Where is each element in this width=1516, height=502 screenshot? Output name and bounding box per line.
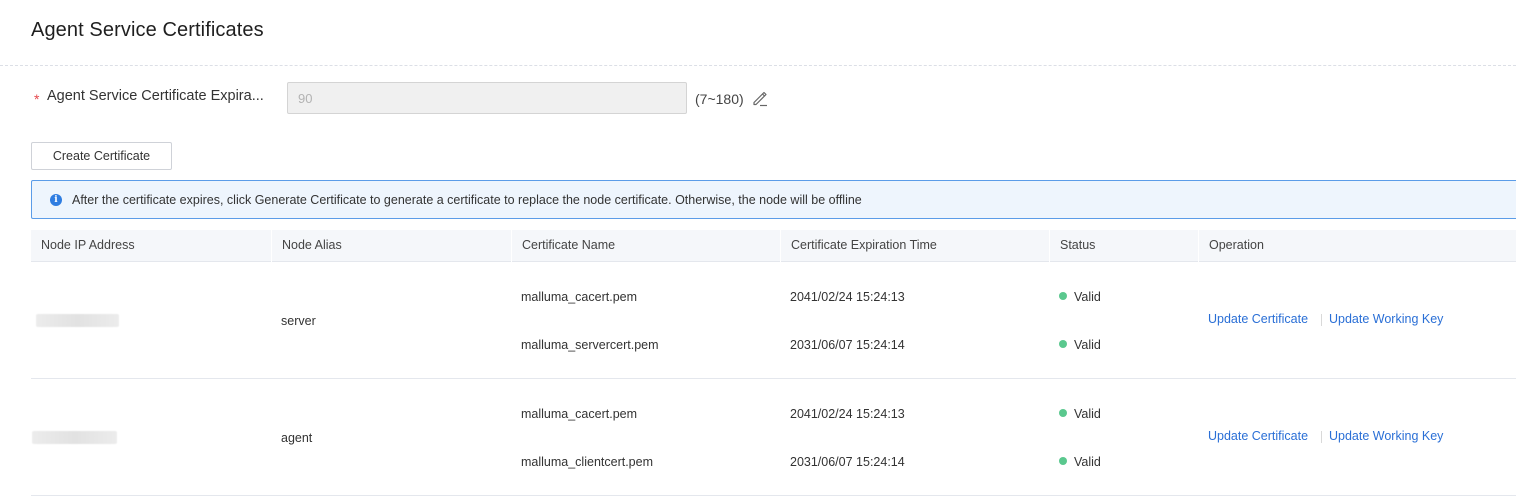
edit-icon[interactable]: [751, 89, 769, 107]
info-icon: i: [50, 194, 62, 206]
status-badge: Valid: [1059, 290, 1101, 304]
certificates-table: Node IP Address Node Alias Certificate N…: [31, 230, 1516, 496]
status-dot-icon: [1059, 292, 1067, 300]
range-hint: (7~180): [695, 91, 744, 107]
status-dot-icon: [1059, 457, 1067, 465]
col-certificate-name: Certificate Name: [511, 230, 780, 262]
expiration-time: 2041/02/24 15:24:13: [790, 290, 905, 304]
col-node-ip: Node IP Address: [41, 238, 135, 252]
expiration-time: 2041/02/24 15:24:13: [790, 407, 905, 421]
table-row: server malluma_cacert.pem malluma_server…: [31, 262, 1516, 379]
info-banner: i After the certificate expires, click G…: [31, 180, 1516, 219]
col-operation: Operation: [1198, 230, 1516, 262]
page-title: Agent Service Certificates: [31, 19, 264, 41]
node-alias: server: [281, 314, 316, 328]
status-badge: Valid: [1059, 338, 1101, 352]
required-mark: *: [34, 91, 40, 107]
redacted-ip-address: [32, 431, 117, 444]
update-certificate-link[interactable]: Update Certificate: [1208, 429, 1308, 443]
status-badge: Valid: [1059, 455, 1101, 469]
expiration-label: Agent Service Certificate Expira...: [47, 88, 264, 104]
certificate-name: malluma_cacert.pem: [521, 407, 638, 421]
col-expiration-time: Certificate Expiration Time: [780, 230, 1049, 262]
certificate-name: malluma_servercert.pem: [521, 338, 659, 352]
update-working-key-link[interactable]: Update Working Key: [1329, 312, 1443, 326]
certificate-name: malluma_cacert.pem: [521, 290, 638, 304]
op-divider: [1321, 431, 1322, 443]
table-header: Node IP Address Node Alias Certificate N…: [31, 230, 1516, 262]
update-certificate-link[interactable]: Update Certificate: [1208, 312, 1308, 326]
expiration-days-input[interactable]: [287, 82, 687, 114]
certificate-name: malluma_clientcert.pem: [521, 455, 653, 469]
info-banner-text: After the certificate expires, click Gen…: [72, 193, 862, 207]
status-dot-icon: [1059, 409, 1067, 417]
status-dot-icon: [1059, 340, 1067, 348]
expiration-time: 2031/06/07 15:24:14: [790, 338, 905, 352]
expiration-form-row: * Agent Service Certificate Expira... (7…: [32, 82, 792, 114]
node-alias: agent: [281, 431, 313, 445]
redacted-ip-address: [36, 314, 119, 327]
title-divider: [0, 65, 1516, 66]
col-node-alias: Node Alias: [271, 230, 511, 262]
create-certificate-button[interactable]: Create Certificate: [31, 142, 172, 170]
op-divider: [1321, 314, 1322, 326]
table-row: agent malluma_cacert.pem malluma_clientc…: [31, 379, 1516, 496]
col-status: Status: [1049, 230, 1198, 262]
expiration-time: 2031/06/07 15:24:14: [790, 455, 905, 469]
update-working-key-link[interactable]: Update Working Key: [1329, 429, 1443, 443]
status-badge: Valid: [1059, 407, 1101, 421]
